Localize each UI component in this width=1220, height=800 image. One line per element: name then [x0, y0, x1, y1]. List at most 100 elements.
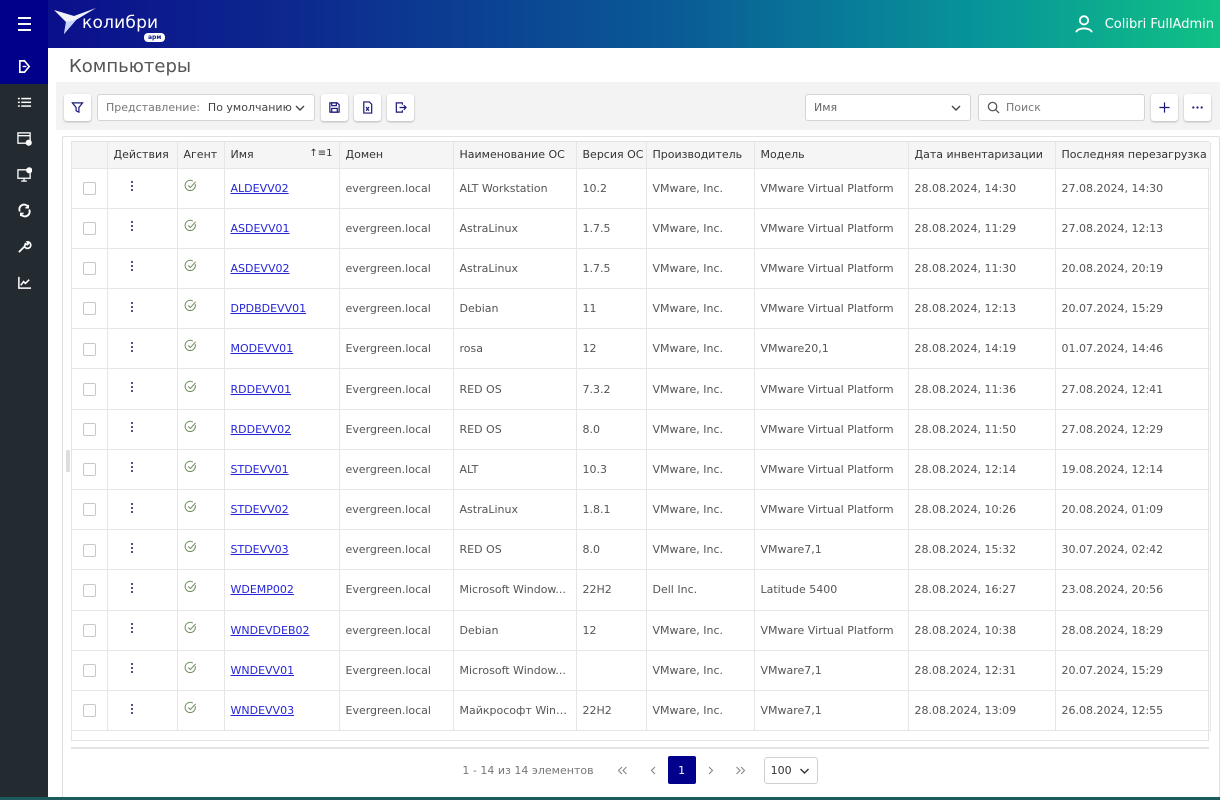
column-header-domain[interactable]: Домен	[339, 142, 454, 169]
row-actions-kebab-icon[interactable]	[128, 341, 136, 352]
cell-domain: Evergreen.local	[339, 328, 454, 370]
page-size-select[interactable]: 100	[763, 756, 818, 784]
computer-name-link[interactable]: ASDEVV02	[231, 262, 290, 275]
filter-button[interactable]	[64, 94, 91, 121]
table-row[interactable]: WNDEVV01 Evergreen.local Microsoft Window.…	[72, 650, 1211, 691]
computer-name-link[interactable]: WNDEVV01	[231, 664, 295, 677]
cell-os-name: Microsoft Window...	[453, 650, 577, 691]
user-menu[interactable]: Colibri FullAdmin	[1073, 0, 1214, 48]
computer-name-link[interactable]: WDEMP002	[231, 583, 294, 596]
row-actions-kebab-icon[interactable]	[128, 382, 136, 393]
save-view-button[interactable]	[321, 94, 348, 121]
row-actions-kebab-icon[interactable]	[128, 703, 136, 714]
row-actions-kebab-icon[interactable]	[128, 663, 136, 674]
sidebar-item-login[interactable]	[0, 48, 48, 84]
row-checkbox[interactable]	[82, 503, 96, 517]
sidebar-item-tools[interactable]	[0, 228, 48, 264]
table-row[interactable]: ASDEVV02 evergreen.local AstraLinux 1.7.5 VM…	[72, 248, 1211, 290]
table-row[interactable]: ASDEVV01 evergreen.local AstraLinux 1.7.5 VM…	[72, 208, 1211, 249]
view-select[interactable]: Представление: По умолчанию	[97, 94, 315, 121]
sidebar-item-sync[interactable]	[0, 192, 48, 228]
computer-name-link[interactable]: WNDEVV03	[231, 704, 295, 717]
agent-check-circle-icon	[184, 420, 196, 432]
row-checkbox[interactable]	[82, 302, 96, 316]
cell-inventory-date: 28.08.2024, 13:09	[908, 690, 1056, 732]
sidebar-item-windows[interactable]	[0, 120, 48, 156]
row-actions-kebab-icon[interactable]	[128, 502, 136, 513]
row-actions-kebab-icon[interactable]	[128, 422, 136, 433]
row-actions-kebab-icon[interactable]	[128, 261, 136, 272]
computer-name-link[interactable]: STDEVV03	[231, 543, 289, 556]
app-logo[interactable]: колибри арм	[52, 4, 172, 44]
row-checkbox[interactable]	[82, 222, 96, 236]
table-row[interactable]: STDEVV01 evergreen.local ALT 10.3 VMware, In…	[72, 449, 1211, 491]
computer-name-link[interactable]: STDEVV01	[231, 463, 289, 476]
search-field-select[interactable]: Имя	[805, 94, 971, 121]
computer-name-link[interactable]: ASDEVV01	[231, 222, 290, 235]
export-button[interactable]	[387, 94, 414, 121]
row-actions-kebab-icon[interactable]	[128, 301, 136, 312]
row-checkbox[interactable]	[82, 382, 96, 396]
add-button[interactable]	[1151, 94, 1178, 121]
cell-select	[72, 208, 108, 249]
row-checkbox[interactable]	[82, 463, 96, 477]
row-checkbox[interactable]	[82, 704, 96, 718]
row-checkbox[interactable]	[82, 543, 96, 557]
sidebar-item-computers[interactable]	[0, 156, 48, 192]
row-checkbox[interactable]	[82, 664, 96, 678]
column-header-name[interactable]: Имя ↑≡1	[224, 142, 340, 169]
column-header-last-reboot[interactable]: Последняя перезагрузка	[1055, 142, 1211, 169]
cell-vendor: VMware, Inc.	[646, 449, 755, 491]
table-row[interactable]: WNDEVDEB02 evergreen.local Debian 12 VMware,…	[72, 610, 1211, 651]
last-page-button[interactable]	[726, 756, 756, 784]
row-checkbox[interactable]	[82, 583, 96, 597]
first-page-button[interactable]	[608, 756, 638, 784]
computer-name-link[interactable]: STDEVV02	[231, 503, 289, 516]
agent-check-circle-icon	[184, 179, 196, 191]
page-button-current[interactable]: 1	[667, 756, 696, 784]
table-row[interactable]: DPDBDEVV01 evergreen.local Debian 11 VMware,…	[72, 288, 1211, 330]
computer-name-link[interactable]: MODEVV01	[231, 342, 294, 355]
row-checkbox[interactable]	[82, 422, 96, 436]
table-row[interactable]: ALDEVV02 evergreen.local ALT Workstation 10…	[72, 168, 1211, 209]
next-page-button[interactable]	[696, 756, 726, 784]
table-row[interactable]: STDEVV03 evergreen.local RED OS 8.0 VMware, …	[72, 529, 1211, 571]
computer-name-link[interactable]: DPDBDEVV01	[231, 302, 307, 315]
row-checkbox[interactable]	[82, 623, 96, 637]
computer-name-link[interactable]: RDDEVV02	[231, 423, 292, 436]
column-header-vendor[interactable]: Производитель	[646, 142, 755, 169]
table-row[interactable]: RDDEVV01 Evergreen.local RED OS 7.3.2 VMware…	[72, 368, 1211, 410]
menu-toggle-button[interactable]	[0, 0, 48, 48]
table-row[interactable]: WNDEVV03 Evergreen.local Майкрософт Wind..…	[72, 690, 1211, 732]
cell-vendor: VMware, Inc.	[646, 489, 755, 531]
sidebar-item-reports[interactable]	[0, 264, 48, 300]
column-header-model[interactable]: Модель	[754, 142, 909, 169]
row-checkbox[interactable]	[82, 181, 96, 195]
cell-agent	[177, 529, 225, 571]
row-actions-kebab-icon[interactable]	[128, 462, 136, 473]
prev-page-button[interactable]	[638, 756, 668, 784]
row-actions-kebab-icon[interactable]	[128, 623, 136, 634]
row-actions-kebab-icon[interactable]	[128, 221, 136, 232]
more-options-button[interactable]	[1184, 94, 1211, 121]
computer-name-link[interactable]: RDDEVV01	[231, 383, 292, 396]
column-header-agent[interactable]: Агент	[177, 142, 225, 169]
table-row[interactable]: RDDEVV02 Evergreen.local RED OS 8.0 VMware, …	[72, 409, 1211, 450]
row-checkbox[interactable]	[82, 342, 96, 356]
table-row[interactable]: WDEMP002 Evergreen.local Microsoft Window.…	[72, 569, 1211, 611]
column-header-inventory-date[interactable]: Дата инвентаризации	[908, 142, 1056, 169]
sidebar-item-list[interactable]	[0, 84, 48, 120]
search-input[interactable]	[1006, 101, 1136, 114]
row-actions-kebab-icon[interactable]	[128, 181, 136, 192]
row-checkbox[interactable]	[82, 262, 96, 276]
table-row[interactable]: STDEVV02 evergreen.local AstraLinux 1.8.1 VM…	[72, 489, 1211, 531]
row-actions-kebab-icon[interactable]	[128, 542, 136, 553]
row-actions-kebab-icon[interactable]	[128, 582, 136, 593]
computer-name-link[interactable]: ALDEVV02	[231, 182, 289, 195]
table-row[interactable]: MODEVV01 Evergreen.local rosa 12 VMware, Inc…	[72, 328, 1211, 370]
computer-name-link[interactable]: WNDEVDEB02	[231, 624, 310, 637]
export-excel-button[interactable]	[354, 94, 381, 121]
column-header-os-name[interactable]: Наименование ОС	[453, 142, 577, 169]
column-header-os-version[interactable]: Версия ОС	[576, 142, 647, 169]
cell-os-version: 10.3	[576, 449, 647, 491]
